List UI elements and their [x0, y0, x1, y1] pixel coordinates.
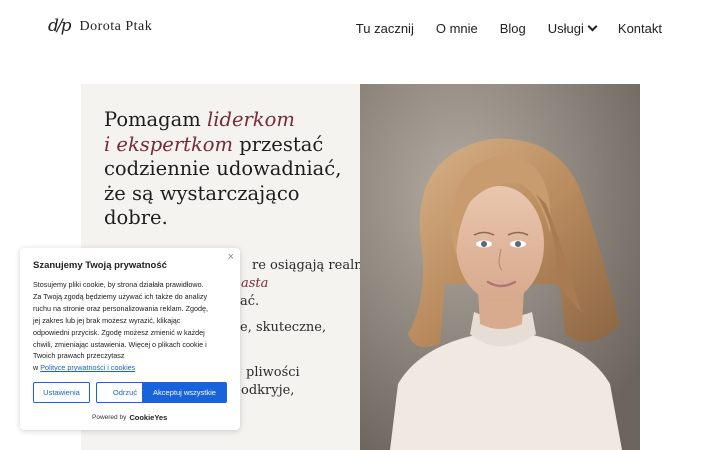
nav-item-kontakt[interactable]: Kontakt — [618, 21, 662, 36]
cookie-text-line: ruchu na stronie oraz personalizowania r… — [33, 303, 208, 313]
headline-line5: dobre. — [104, 206, 168, 229]
main-nav: Tu zacznij O mnie Blog Usługi Kontakt — [356, 21, 662, 36]
logo[interactable]: d/p Dorota Ptak — [48, 18, 152, 35]
cookie-text-line: Twoich prawach przeczytasz — [33, 351, 125, 361]
cookie-title: Szanujemy Twoją prywatność — [33, 260, 167, 271]
powered-by-label: Powered by — [92, 414, 127, 421]
close-icon[interactable]: × — [228, 251, 234, 263]
hero-portrait-photo — [360, 84, 640, 450]
privacy-policy-link[interactable]: Polityce prywatności i cookies — [40, 363, 135, 372]
cookie-text-line: odpowiedni przycisk. Zgodę możesz zmieni… — [33, 327, 205, 337]
cookie-policy-line: w Polityce prywatności i cookies — [33, 362, 231, 374]
headline-em-liderkom: liderkom — [206, 108, 295, 131]
headline-line1: Pomagam — [104, 108, 207, 131]
cookieyes-logo[interactable]: CookieYes — [129, 413, 167, 422]
nav-item-blog[interactable]: Blog — [500, 21, 526, 36]
hero-headline: Pomagam liderkom i ekspertkom przestać c… — [104, 108, 354, 231]
cookie-settings-button[interactable]: Ustawienia — [33, 382, 90, 403]
hero-body-em: asta — [241, 276, 269, 291]
nav-item-o-mnie[interactable]: O mnie — [436, 21, 478, 36]
cookie-text-line: Stosujemy pliki cookie, by strona działa… — [33, 280, 204, 289]
cookie-accept-all-button[interactable]: Akceptuj wszystkie — [142, 382, 227, 403]
cookie-text-line: Za Twoją zgodą będziemy używać ich także… — [33, 291, 208, 301]
headline-line4: że są wystarczająco — [104, 181, 300, 205]
hero-body-line: pliwości — [246, 365, 300, 380]
logo-name: Dorota Ptak — [79, 18, 153, 34]
cookie-powered-by: Powered by CookieYes — [92, 413, 167, 422]
nav-item-tu-zacznij[interactable]: Tu zacznij — [356, 21, 414, 36]
nav-item-uslugi[interactable]: Usługi — [547, 21, 598, 36]
nav-item-uslugi-label: Usługi — [547, 21, 584, 36]
hero-body-line: re osiągają realne — [252, 258, 371, 273]
headline-line2: przestać — [233, 132, 324, 156]
logo-mark: d/p — [48, 16, 71, 36]
headline-line3: codziennie udowadniać, — [104, 157, 342, 180]
portrait-image — [360, 84, 640, 450]
hero-body-line: odkryje, — [241, 383, 295, 398]
hero-body-line: ać. — [240, 294, 260, 309]
site-header: d/p Dorota Ptak Tu zacznij O mnie Blog U… — [0, 0, 720, 60]
hero-body-line: e, skuteczne, — [240, 320, 327, 335]
cookie-text: Stosujemy pliki cookie, by strona działa… — [33, 279, 231, 374]
chevron-down-icon — [587, 21, 598, 32]
cookie-banner: × Szanujemy Twoją prywatność Stosujemy p… — [20, 248, 240, 430]
headline-em-ekspertkom: i ekspertkom — [104, 132, 234, 156]
cookie-text-line: chwili, zmieniając ustawienia. Więcej o … — [33, 339, 207, 349]
cookie-text-line: jej zakres lub jej brak możesz wyrazić, … — [33, 315, 181, 325]
